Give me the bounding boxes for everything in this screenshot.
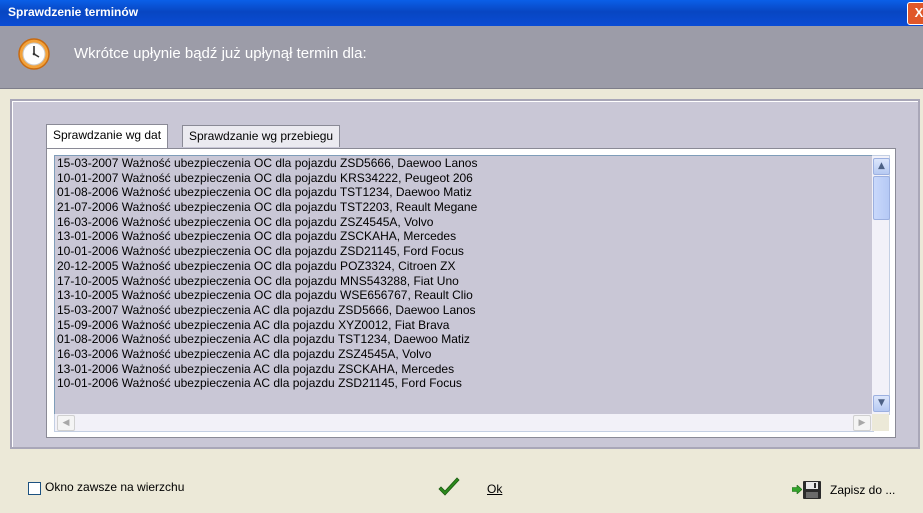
list-item[interactable]: 01-08-2006 Ważność ubezpieczenia AC dla … xyxy=(55,332,873,347)
list-item[interactable]: 10-01-2006 Ważność ubezpieczenia OC dla … xyxy=(55,244,873,259)
scroll-left-button[interactable]: ◀ xyxy=(57,415,75,431)
list-item[interactable]: 15-09-2006 Ważność ubezpieczenia AC dla … xyxy=(55,318,873,333)
window-title: Sprawdzenie terminów xyxy=(8,5,139,19)
always-on-top-checkbox[interactable] xyxy=(28,482,41,495)
clock-icon xyxy=(18,38,50,70)
vertical-scrollbar[interactable]: ▲ ▼ xyxy=(872,155,890,415)
scroll-corner xyxy=(872,414,889,431)
list-item[interactable]: 10-01-2006 Ważność ubezpieczenia AC dla … xyxy=(55,376,873,391)
floppy-disk-icon xyxy=(803,481,821,499)
close-button[interactable]: X xyxy=(907,2,923,25)
list-item[interactable]: 01-08-2006 Ważność ubezpieczenia OC dla … xyxy=(55,185,873,200)
list-item[interactable]: 17-10-2005 Ważność ubezpieczenia OC dla … xyxy=(55,274,873,289)
ok-button[interactable]: Ok xyxy=(437,477,507,499)
tab-by-date[interactable]: Sprawdzanie wg dat xyxy=(46,124,169,148)
deadline-list[interactable]: 15-03-2007 Ważność ubezpieczenia OC dla … xyxy=(54,155,874,415)
tab-by-mileage[interactable]: Sprawdzanie wg przebiegu xyxy=(182,125,341,147)
list-item[interactable]: 13-01-2006 Ważność ubezpieczenia AC dla … xyxy=(55,362,873,377)
list-item[interactable]: 15-03-2007 Ważność ubezpieczenia AC dla … xyxy=(55,303,873,318)
checkmark-icon xyxy=(438,477,460,496)
list-item[interactable]: 15-03-2007 Ważność ubezpieczenia OC dla … xyxy=(55,156,873,171)
list-item[interactable]: 13-10-2005 Ważność ubezpieczenia OC dla … xyxy=(55,288,873,303)
save-to-button[interactable]: Zapisz do ... xyxy=(792,477,917,501)
list-item[interactable]: 21-07-2006 Ważność ubezpieczenia OC dla … xyxy=(55,200,873,215)
always-on-top-label[interactable]: Okno zawsze na wierzchu xyxy=(45,480,184,494)
list-item[interactable]: 10-01-2007 Ważność ubezpieczenia OC dla … xyxy=(55,171,873,186)
list-item[interactable]: 20-12-2005 Ważność ubezpieczenia OC dla … xyxy=(55,259,873,274)
ok-label: Ok xyxy=(487,482,503,496)
scroll-down-button[interactable]: ▼ xyxy=(873,395,890,412)
horizontal-scrollbar[interactable]: ◀ ▶ xyxy=(54,414,874,432)
list-item[interactable]: 16-03-2006 Ważność ubezpieczenia AC dla … xyxy=(55,347,873,362)
header-message: Wkrótce upłynie bądź już upłynął termin … xyxy=(74,45,367,62)
scroll-up-button[interactable]: ▲ xyxy=(873,158,890,175)
scroll-thumb[interactable] xyxy=(873,176,890,220)
list-item[interactable]: 16-03-2006 Ważność ubezpieczenia OC dla … xyxy=(55,215,873,230)
list-item[interactable]: 13-01-2006 Ważność ubezpieczenia OC dla … xyxy=(55,229,873,244)
save-label: Zapisz do ... xyxy=(830,483,896,497)
arrow-right-icon xyxy=(792,485,802,494)
header-banner: Wkrótce upłynie bądź już upłynął termin … xyxy=(0,26,923,89)
title-bar[interactable]: Sprawdzenie terminów X xyxy=(0,0,923,26)
scroll-right-button[interactable]: ▶ xyxy=(853,415,871,431)
